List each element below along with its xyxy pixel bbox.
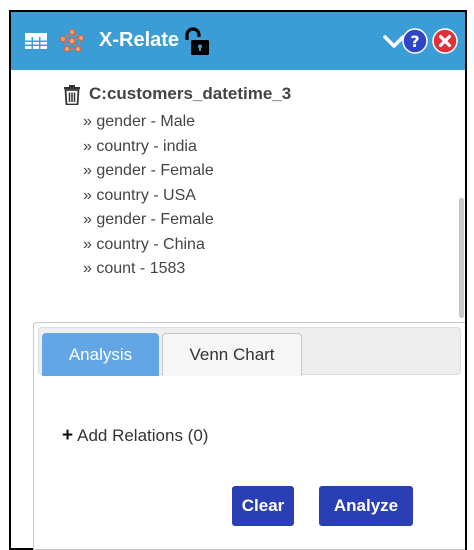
- title-bar: X-Relate ?: [11, 12, 465, 70]
- table-icon[interactable]: [25, 33, 47, 49]
- list-item: » count - 1583: [83, 260, 186, 277]
- list-item: » gender - Female: [83, 162, 214, 179]
- relation-root-label: C:customers_datetime_3: [89, 84, 292, 103]
- relation-list: » gender - Male » country - india » gend…: [83, 110, 214, 282]
- content-area: C:customers_datetime_3 » gender - Male »…: [11, 70, 465, 550]
- list-item: » gender - Female: [83, 211, 214, 228]
- scrollbar[interactable]: [459, 198, 464, 318]
- x-relate-panel: X-Relate ? C:customers_datetime_3 » gend…: [9, 10, 467, 550]
- list-item: » country - China: [83, 235, 205, 253]
- help-icon[interactable]: ?: [402, 28, 428, 54]
- clear-button[interactable]: Clear: [232, 486, 294, 526]
- close-icon[interactable]: [432, 28, 458, 54]
- list-item: » gender - Male: [83, 113, 196, 130]
- network-icon: [59, 28, 85, 53]
- add-relations-link[interactable]: + Add Relations (0): [62, 425, 208, 447]
- trash-icon[interactable]: [63, 85, 81, 105]
- tab-strip: Analysis Venn Chart: [38, 327, 461, 376]
- svg-text:?: ?: [410, 32, 419, 51]
- tab-analysis[interactable]: Analysis: [42, 333, 159, 376]
- tab-venn-chart[interactable]: Venn Chart: [162, 333, 302, 376]
- unlock-icon[interactable]: [183, 27, 211, 57]
- list-item: » country - USA: [83, 186, 196, 204]
- tabs-panel: Analysis Venn Chart + Add Relations (0) C…: [33, 322, 465, 550]
- analyze-button[interactable]: Analyze: [319, 486, 413, 526]
- plus-icon: +: [62, 425, 74, 446]
- list-item: » country - india: [83, 137, 197, 155]
- app-title: X-Relate: [99, 29, 180, 51]
- add-relations-label: Add Relations (0): [77, 426, 209, 445]
